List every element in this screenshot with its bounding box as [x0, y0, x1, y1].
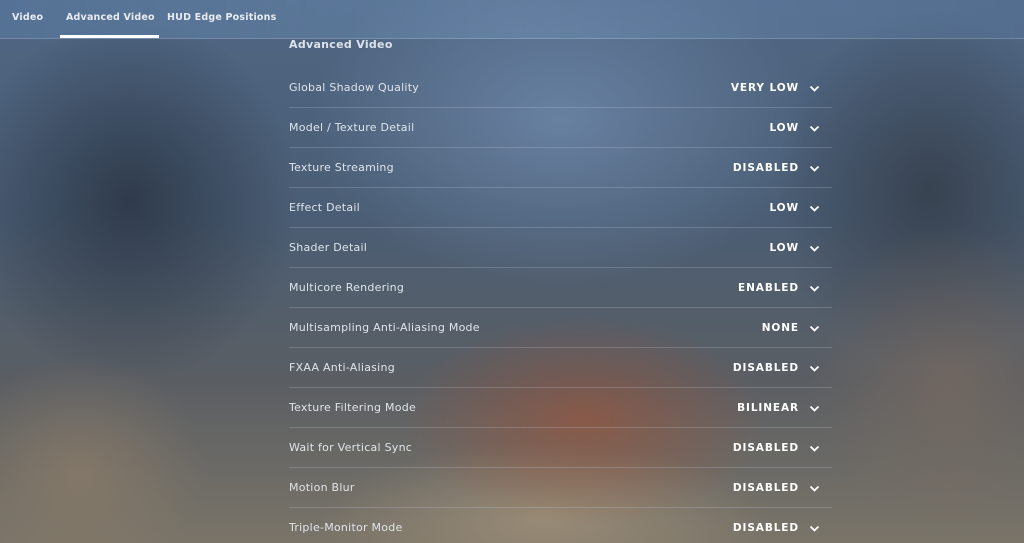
setting-row-vertical-sync: Wait for Vertical Sync DISABLED	[289, 428, 832, 468]
tab-hud-edge-positions[interactable]: HUD Edge Positions	[167, 0, 276, 38]
chevron-down-icon	[809, 123, 820, 134]
tab-video[interactable]: Video	[12, 0, 43, 38]
chevron-down-icon	[809, 83, 820, 94]
section-title: Advanced Video	[289, 38, 393, 51]
setting-value: VERY LOW	[730, 82, 799, 94]
setting-row-model-texture-detail: Model / Texture Detail LOW	[289, 108, 832, 148]
setting-row-triple-monitor-mode: Triple-Monitor Mode DISABLED	[289, 508, 832, 543]
shader-detail-dropdown[interactable]: LOW	[769, 237, 820, 259]
setting-label: FXAA Anti-Aliasing	[289, 361, 395, 374]
vertical-sync-dropdown[interactable]: DISABLED	[733, 437, 820, 459]
setting-row-msaa-mode: Multisampling Anti-Aliasing Mode NONE	[289, 308, 832, 348]
setting-value: DISABLED	[732, 522, 799, 534]
motion-blur-dropdown[interactable]: DISABLED	[733, 477, 820, 499]
setting-label: Model / Texture Detail	[289, 121, 415, 134]
setting-value: DISABLED	[732, 162, 799, 174]
setting-label: Shader Detail	[289, 241, 368, 254]
setting-value: DISABLED	[732, 482, 799, 494]
chevron-down-icon	[809, 523, 820, 534]
setting-row-effect-detail: Effect Detail LOW	[289, 188, 832, 228]
setting-label: Texture Filtering Mode	[289, 401, 416, 414]
chevron-down-icon	[809, 443, 820, 454]
setting-label: Wait for Vertical Sync	[289, 441, 413, 454]
setting-label: Motion Blur	[289, 481, 355, 494]
setting-row-fxaa: FXAA Anti-Aliasing DISABLED	[289, 348, 832, 388]
multicore-rendering-dropdown[interactable]: ENABLED	[738, 277, 820, 299]
setting-row-texture-streaming: Texture Streaming DISABLED	[289, 148, 832, 188]
chevron-down-icon	[809, 483, 820, 494]
setting-row-motion-blur: Motion Blur DISABLED	[289, 468, 832, 508]
model-texture-detail-dropdown[interactable]: LOW	[769, 117, 820, 139]
setting-label: Multisampling Anti-Aliasing Mode	[289, 321, 480, 334]
chevron-down-icon	[809, 163, 820, 174]
setting-label: Global Shadow Quality	[289, 81, 420, 94]
setting-value: DISABLED	[732, 362, 799, 374]
setting-row-texture-filtering-mode: Texture Filtering Mode BILINEAR	[289, 388, 832, 428]
setting-value: DISABLED	[732, 442, 799, 454]
msaa-mode-dropdown[interactable]: NONE	[762, 317, 820, 339]
chevron-down-icon	[809, 283, 820, 294]
setting-value: BILINEAR	[737, 402, 799, 414]
setting-row-multicore-rendering: Multicore Rendering ENABLED	[289, 268, 832, 308]
chevron-down-icon	[809, 243, 820, 254]
setting-value: NONE	[761, 322, 799, 334]
setting-label: Triple-Monitor Mode	[289, 521, 403, 534]
setting-value: ENABLED	[738, 282, 799, 294]
chevron-down-icon	[809, 363, 820, 374]
setting-row-global-shadow-quality: Global Shadow Quality VERY LOW	[289, 68, 832, 108]
setting-label: Texture Streaming	[289, 161, 394, 174]
chevron-down-icon	[809, 203, 820, 214]
tab-advanced-video[interactable]: Advanced Video	[60, 0, 159, 38]
effect-detail-dropdown[interactable]: LOW	[769, 197, 820, 219]
setting-value: LOW	[769, 242, 799, 254]
setting-label: Multicore Rendering	[289, 281, 405, 294]
texture-filtering-mode-dropdown[interactable]: BILINEAR	[737, 397, 820, 419]
setting-row-shader-detail: Shader Detail LOW	[289, 228, 832, 268]
settings-tab-bar: Video Advanced Video HUD Edge Positions	[0, 0, 1024, 39]
fxaa-dropdown[interactable]: DISABLED	[733, 357, 820, 379]
chevron-down-icon	[809, 323, 820, 334]
setting-label: Effect Detail	[289, 201, 360, 214]
setting-value: LOW	[769, 122, 799, 134]
chevron-down-icon	[809, 403, 820, 414]
setting-value: LOW	[769, 202, 799, 214]
texture-streaming-dropdown[interactable]: DISABLED	[733, 157, 820, 179]
global-shadow-quality-dropdown[interactable]: VERY LOW	[731, 77, 820, 99]
settings-list: Global Shadow Quality VERY LOW Model / T…	[289, 68, 832, 543]
triple-monitor-mode-dropdown[interactable]: DISABLED	[733, 517, 820, 539]
